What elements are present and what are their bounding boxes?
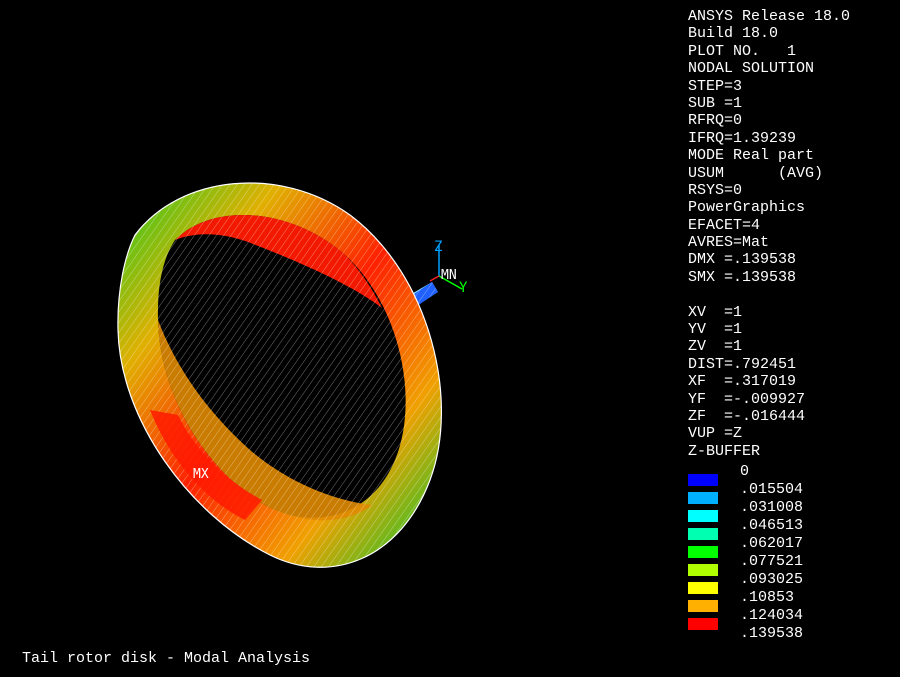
legend-value: .077521: [740, 553, 804, 570]
info-line: MODE Real part: [688, 147, 815, 165]
legend-swatch: [688, 492, 718, 504]
view-line: DIST=.792451: [688, 355, 797, 373]
legend-value: .10853: [740, 589, 795, 606]
info-line: Build 18.0: [688, 25, 779, 43]
view-line: Z-BUFFER: [688, 442, 761, 460]
info-line: STEP=3: [688, 77, 743, 95]
info-line: ANSYS Release 18.0: [688, 8, 851, 25]
info-line: NODAL SOLUTION: [688, 60, 815, 78]
legend-value: 0: [740, 463, 750, 480]
info-line: RSYS=0: [688, 181, 743, 199]
rotor-disk-ring: [117, 182, 442, 568]
view-line: YF =-.009927: [688, 390, 806, 408]
axis-triad: Z Y MN: [429, 239, 468, 296]
contour-legend: 0 .015504 .031008 .046513 .062017 .07752…: [688, 463, 828, 643]
info-line: RFRQ=0: [688, 112, 743, 130]
legend-swatch: [688, 510, 718, 522]
view-line: YV =1: [688, 321, 743, 339]
view-line: ZF =-.016444: [688, 407, 806, 425]
info-line: EFACET=4: [688, 216, 761, 234]
legend-value: .046513: [740, 517, 804, 534]
legend-value: .015504: [740, 481, 804, 498]
triad-y-label: Y: [459, 280, 468, 296]
view-line: VUP =Z: [688, 425, 743, 443]
legend-swatch: [688, 474, 718, 486]
info-line: DMX =.139538: [688, 251, 797, 269]
legend-value: .124034: [740, 607, 804, 624]
info-line: IFRQ=1.39239: [688, 129, 797, 147]
legend-swatch: [688, 564, 718, 576]
legend-value: .139538: [740, 625, 804, 642]
plot-caption: Tail rotor disk - Modal Analysis: [22, 650, 311, 667]
info-line: USUM (AVG): [688, 164, 824, 182]
legend-swatch: [688, 600, 718, 612]
view-line: XV =1: [688, 303, 743, 321]
solution-info-panel: ANSYS Release 18.0 Build 18.0 PLOT NO. 1…: [688, 8, 850, 460]
info-line: PLOT NO. 1: [688, 42, 797, 60]
legend-value: .093025: [740, 571, 804, 588]
info-line: SUB =1: [688, 94, 743, 112]
legend-swatch: [688, 618, 718, 630]
legend-value: .031008: [740, 499, 804, 516]
view-line: XF =.317019: [688, 373, 797, 391]
legend-swatch: [688, 582, 718, 594]
legend-swatch: [688, 528, 718, 540]
max-marker-label: MX: [193, 467, 209, 482]
legend-swatch: [688, 546, 718, 558]
info-line: SMX =.139538: [688, 268, 797, 286]
triad-z-label: Z: [434, 239, 442, 255]
info-line: PowerGraphics: [688, 199, 806, 217]
legend-value: .062017: [740, 535, 804, 552]
info-line: AVRES=Mat: [688, 234, 770, 252]
view-line: ZV =1: [688, 338, 743, 356]
triad-mn-label: MN: [441, 268, 457, 283]
